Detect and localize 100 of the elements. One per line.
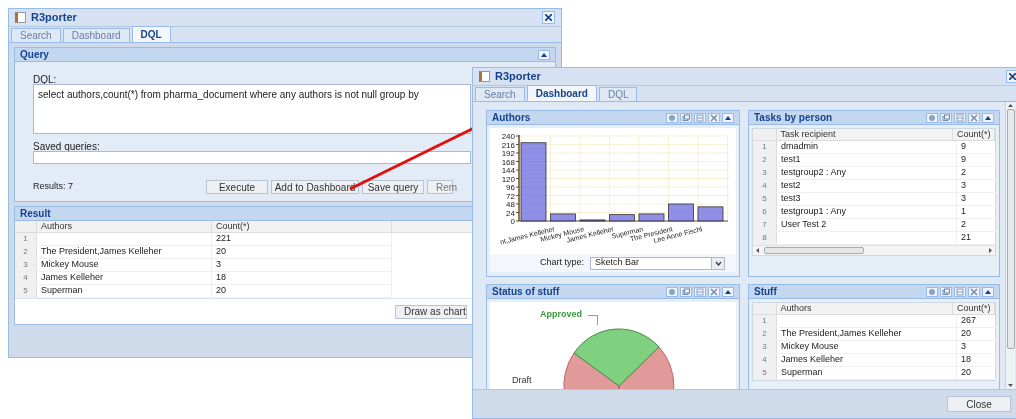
row-number: 3 <box>753 341 777 353</box>
table-cell: 20 <box>957 367 999 379</box>
bar <box>550 213 576 222</box>
bar <box>579 219 606 222</box>
panel-title: Query <box>20 48 49 62</box>
horizontal-scrollbar[interactable] <box>753 245 995 255</box>
panel-title: Status of stuff <box>492 285 560 299</box>
row-number: 5 <box>753 367 777 379</box>
button[interactable]: Close <box>947 396 1011 412</box>
button[interactable]: Execute <box>206 180 268 194</box>
restore-icon[interactable] <box>940 112 952 123</box>
axis-tick-label: 48 <box>506 200 515 209</box>
arrow-up-icon[interactable] <box>1007 102 1014 109</box>
field-label: Saved queries: <box>33 140 100 151</box>
table-cell: User Test 2 <box>777 219 957 231</box>
row-number: 2 <box>753 328 777 340</box>
tab[interactable]: Dashboard <box>526 85 597 101</box>
restore-icon[interactable] <box>680 286 692 297</box>
collapse-icon[interactable] <box>722 286 734 297</box>
panel-title: Tasks by person <box>754 111 833 125</box>
panel-title: Result <box>20 207 51 221</box>
circle-icon[interactable] <box>926 286 938 297</box>
window-title: R3porter <box>31 10 77 26</box>
collapse-icon[interactable] <box>982 112 994 123</box>
row-number: 4 <box>753 354 777 366</box>
table-cell: testgroup2 : Any <box>777 167 957 179</box>
axis-tick-label: 24 <box>506 208 515 218</box>
chart-type-dropdown[interactable]: Sketch Bar <box>590 256 726 270</box>
table-cell: 267 <box>957 315 999 327</box>
field-label: Chart type: <box>540 256 585 270</box>
caret-icon[interactable] <box>711 257 725 269</box>
arrow-down-icon[interactable] <box>1007 382 1014 389</box>
restore-icon[interactable] <box>680 112 692 123</box>
column-header[interactable]: Count(*) <box>953 303 995 314</box>
table-cell: 3 <box>957 180 999 192</box>
collapse-icon[interactable] <box>722 112 734 123</box>
column-header[interactable]: Task recipient <box>776 129 953 140</box>
table-cell: testgroup1 : Any <box>777 206 957 218</box>
pie-label: Approved <box>540 308 582 321</box>
row-number: 5 <box>753 193 777 205</box>
table-cell: Mickey Mouse <box>777 341 957 353</box>
table-cell: Superman <box>37 285 212 297</box>
dql-textarea[interactable]: select authors,count(*) from pharma_document where any authors is not null group by <box>33 84 471 134</box>
axis-tick-label: 216 <box>501 140 515 150</box>
table-cell: 9 <box>957 154 999 166</box>
table-cell: 2 <box>957 167 999 179</box>
vertical-scrollbar[interactable] <box>1005 102 1015 389</box>
grid-icon[interactable] <box>954 112 966 123</box>
window-icon <box>15 12 26 23</box>
grid-icon[interactable] <box>954 286 966 297</box>
table-cell: Mickey Mouse <box>37 259 212 271</box>
arrow-right-icon[interactable] <box>988 247 993 254</box>
axis-tick-label: 192 <box>501 149 515 158</box>
collapse-icon[interactable] <box>538 49 550 60</box>
grid-icon[interactable] <box>694 112 706 123</box>
table-cell: 2 <box>957 219 999 231</box>
table-cell: test2 <box>777 180 957 192</box>
results-count: Results: 7 <box>33 180 75 194</box>
table-cell: 221 <box>212 233 392 245</box>
saved-queries-field[interactable] <box>33 151 471 164</box>
column-header[interactable]: Authors <box>37 221 212 232</box>
row-number: 6 <box>753 206 777 218</box>
table-cell: 1 <box>957 206 999 218</box>
axis-tick-label: 240 <box>501 132 515 141</box>
row-number: 3 <box>15 259 37 271</box>
column-header[interactable]: Authors <box>776 303 953 314</box>
leader-line <box>588 315 598 325</box>
table-cell: 3 <box>957 341 999 353</box>
grid-icon[interactable] <box>694 286 706 297</box>
table-cell: Superman <box>777 367 957 379</box>
circle-icon[interactable] <box>666 286 678 297</box>
bar <box>668 203 694 222</box>
axis-tick-label: 96 <box>506 183 515 192</box>
field-label: DQL: <box>33 73 57 84</box>
collapse-icon[interactable] <box>982 286 994 297</box>
row-number: 2 <box>753 154 777 166</box>
button[interactable]: Save query <box>362 180 424 194</box>
column-header[interactable]: Count(*) <box>212 221 392 232</box>
bar <box>609 214 635 222</box>
table-cell: 18 <box>957 354 999 366</box>
row-number: 1 <box>15 233 37 245</box>
circle-icon[interactable] <box>926 112 938 123</box>
row-number: 2 <box>15 246 37 258</box>
close-icon[interactable] <box>542 11 555 24</box>
table-cell: 20 <box>957 328 999 340</box>
table-cell: 18 <box>212 272 392 284</box>
restore-icon[interactable] <box>940 286 952 297</box>
axis-tick-label: 0 <box>510 217 515 226</box>
row-number: 1 <box>753 141 777 153</box>
button[interactable]: Draw as chart <box>395 304 467 319</box>
table-cell: test1 <box>777 154 957 166</box>
close-icon[interactable] <box>1006 70 1016 83</box>
table-cell: 21 <box>957 232 999 244</box>
row-number: 8 <box>753 232 777 244</box>
column-header[interactable]: Count(*) <box>953 129 995 140</box>
table-cell: James Kelleher <box>777 354 957 366</box>
arrow-left-icon[interactable] <box>755 247 760 254</box>
axis-tick-label: 120 <box>501 174 515 184</box>
circle-icon[interactable] <box>666 112 678 123</box>
tab[interactable]: DQL <box>131 26 171 42</box>
